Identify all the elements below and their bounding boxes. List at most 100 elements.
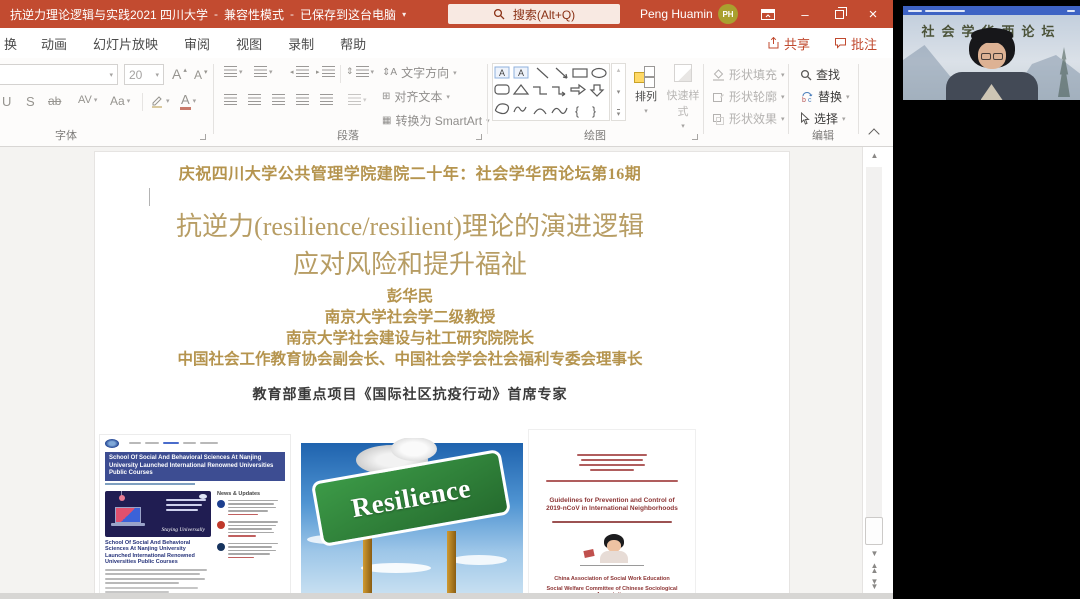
shape-effects-button[interactable]: 形状效果▾	[712, 110, 785, 127]
tab-help[interactable]: 帮助	[327, 34, 379, 53]
document-name: 抗逆力理论逻辑与实践2021 四川大学	[10, 6, 208, 23]
font-size-select[interactable]: 20▾	[124, 64, 164, 85]
close-button[interactable]: ×	[858, 0, 888, 28]
shrink-font-button[interactable]: A▾	[194, 68, 208, 82]
tab-view[interactable]: 视图	[223, 34, 275, 53]
replace-button[interactable]: bc 替换▾	[800, 88, 850, 105]
gallery-scroll-up-button[interactable]: ▴	[617, 66, 621, 74]
numbering-button[interactable]: ▾	[254, 66, 273, 77]
minimize-button[interactable]: –	[790, 0, 820, 28]
author-block[interactable]: 彭华民 南京大学社会学二级教授 南京大学社会建设与社工研究院院长 中国社会工作教…	[95, 286, 725, 370]
webcam-video-feed[interactable]: 社会学华西论坛	[903, 15, 1080, 100]
shape-fill-button[interactable]: 形状填充▾	[712, 66, 785, 83]
ribbon-display-options-button[interactable]	[753, 0, 783, 28]
align-center-icon	[248, 94, 261, 105]
saved-status-dropdown-icon[interactable]: ▾	[402, 10, 406, 19]
cartoon-desk-line	[580, 565, 644, 566]
grow-font-button[interactable]: A▴	[172, 66, 187, 82]
video-call-titlebar[interactable]	[903, 6, 1080, 15]
drawing-dialog-launcher[interactable]	[692, 134, 698, 140]
collapse-ribbon-button[interactable]	[870, 130, 878, 138]
increase-indent-button[interactable]: ▸	[316, 66, 335, 77]
shape-gallery-icons: A A	[493, 64, 609, 120]
replace-icon: bc	[800, 91, 814, 103]
search-input[interactable]: 搜索(Alt+Q)	[448, 4, 620, 24]
decrease-indent-button[interactable]: ◂	[290, 66, 309, 77]
columns-button[interactable]	[320, 94, 333, 105]
select-button[interactable]: 选择▾	[800, 110, 846, 127]
add-remove-columns-button[interactable]: ▾	[348, 94, 367, 105]
image-document-cover[interactable]: Guidelines for Prevention and Control of…	[529, 430, 695, 599]
align-left-icon	[224, 94, 237, 105]
quick-styles-button[interactable]: 快速样式▾	[662, 64, 704, 131]
align-left-button[interactable]	[224, 94, 237, 105]
slide-kicker[interactable]: 庆祝四川大学公共管理学院建院二十年：社会学华西论坛第16期	[95, 160, 725, 184]
font-color-button[interactable]: A ▾	[180, 92, 196, 110]
slide-canvas[interactable]: 庆祝四川大学公共管理学院建院二十年：社会学华西论坛第16期 抗逆力(resili…	[95, 152, 789, 599]
scroll-track[interactable]	[866, 167, 882, 545]
restore-button[interactable]	[824, 0, 854, 28]
paragraph-dialog-launcher[interactable]	[476, 134, 482, 140]
vertical-scrollbar: ▲ ▼ ▲▲ ▼▼	[862, 147, 885, 599]
strikethrough-button[interactable]: ab	[48, 94, 61, 108]
line-spacing-button[interactable]: ⇕▾	[346, 66, 374, 77]
news-item-icon	[217, 543, 225, 551]
tab-transitions-partial[interactable]: 换	[0, 34, 28, 53]
text-direction-button[interactable]: ⇕A文字方向▾	[382, 64, 457, 81]
avatar[interactable]: PH	[718, 4, 738, 24]
share-button[interactable]: 共享	[767, 34, 810, 53]
tab-animations[interactable]: 动画	[28, 34, 80, 53]
justify-button[interactable]	[296, 94, 309, 105]
comment-icon	[834, 37, 847, 49]
underline-button[interactable]: U	[2, 94, 11, 109]
account-name[interactable]: Peng Huamin	[640, 0, 713, 28]
presenter-fringe	[971, 28, 1013, 43]
tab-slideshow[interactable]: 幻灯片放映	[80, 34, 171, 53]
bullets-button[interactable]: ▾	[224, 66, 243, 77]
previous-slide-button[interactable]: ▲▲	[863, 563, 886, 573]
character-spacing-button[interactable]: AV▾	[78, 94, 97, 106]
highlight-pen-button[interactable]: ▾	[150, 94, 170, 108]
comments-button[interactable]: 批注	[834, 34, 877, 53]
doc-text-line	[590, 469, 634, 471]
svg-text:A: A	[499, 68, 505, 78]
convert-smartart-button[interactable]: ▦转换为 SmartArt▾	[382, 112, 490, 129]
slide-work-area: 庆祝四川大学公共管理学院建院二十年：社会学华西论坛第16期 抗逆力(resili…	[0, 147, 862, 599]
web-nav-links	[129, 442, 218, 444]
slide-title-line1[interactable]: 抗逆力(resilience/resilient)理论的演进逻辑	[95, 206, 725, 243]
image-resilience-sign[interactable]: Resilience	[301, 438, 523, 599]
double-up-arrow-icon: ▲▲	[871, 563, 879, 573]
text-shadow-button[interactable]: S	[26, 94, 35, 109]
find-button[interactable]: 查找	[800, 66, 840, 83]
next-slide-button[interactable]: ▼▼	[863, 579, 886, 589]
gallery-more-button[interactable]: ▾	[617, 109, 621, 118]
scroll-thumb[interactable]	[865, 517, 883, 545]
tab-record[interactable]: 录制	[275, 34, 327, 53]
slide-title-line2[interactable]: 应对风险和提升福祉	[95, 244, 725, 281]
titlebar-text-mark	[925, 10, 965, 12]
align-text-button[interactable]: ⊞对齐文本▾	[382, 88, 450, 105]
font-name-select[interactable]: ▾	[0, 64, 118, 85]
sign-board: Resilience	[311, 449, 512, 547]
dropdown-icon: ▾	[842, 115, 846, 123]
arrange-button[interactable]: 排列▾	[630, 64, 662, 116]
shape-gallery[interactable]: A A	[492, 63, 610, 121]
saved-status[interactable]: 已保存到这台电脑	[300, 6, 396, 23]
scroll-up-button[interactable]: ▲	[863, 151, 886, 160]
scroll-down-button[interactable]: ▼	[863, 549, 886, 558]
sign-text: Resilience	[349, 472, 473, 523]
video-call-window[interactable]: 社会学华西论坛	[903, 6, 1080, 100]
author-role-3: 中国社会工作教育协会副会长、中国社会学会社会福利专委会理事长	[95, 349, 725, 370]
svg-text:A: A	[518, 68, 524, 78]
align-center-button[interactable]	[248, 94, 261, 105]
gallery-scroll-down-button[interactable]: ▾	[617, 88, 621, 96]
shape-outline-button[interactable]: 形状轮廓▾	[712, 88, 785, 105]
highlight-line[interactable]: 教育部重点项目《国际社区抗疫行动》首席专家	[95, 384, 725, 404]
image-webpage-screenshot[interactable]: School Of Social And Behavioral Sciences…	[100, 435, 290, 599]
shape-effects-icon	[712, 113, 725, 125]
change-case-button[interactable]: Aa▾	[110, 94, 130, 108]
align-right-button[interactable]	[272, 94, 285, 105]
font-dialog-launcher[interactable]	[200, 134, 206, 140]
tab-review[interactable]: 审阅	[171, 34, 223, 53]
shrink-font-glyph: A	[194, 68, 202, 82]
